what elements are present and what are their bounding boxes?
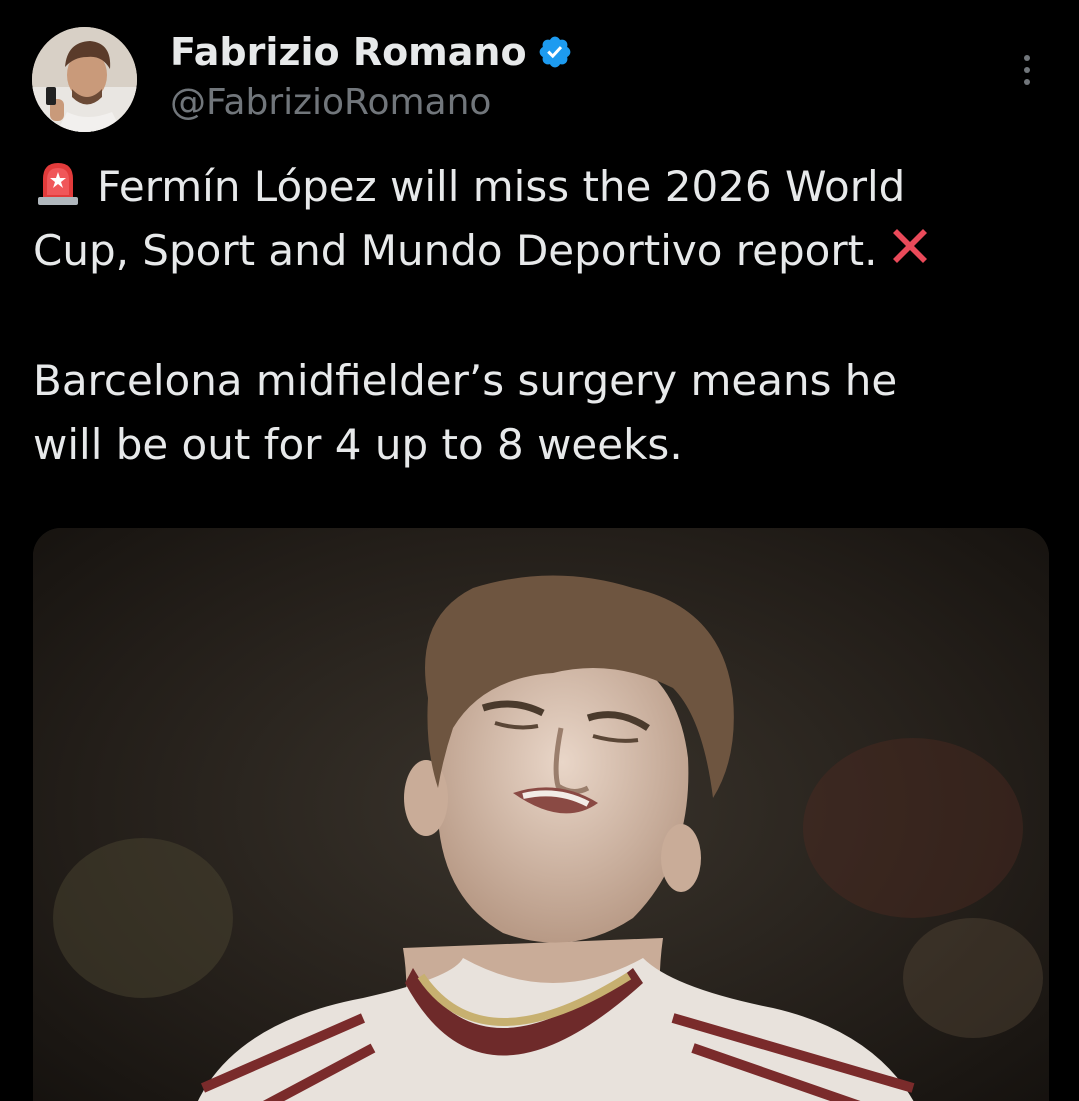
- verified-badge-icon: [539, 36, 570, 68]
- tweet-line-4: will be out for 4 up to 8 weeks.: [33, 420, 683, 469]
- author-handle[interactable]: @FabrizioRomano: [170, 82, 491, 123]
- cross-mark-icon: [893, 229, 928, 263]
- tweet-text: Fermín López will miss the 2026 World Cu…: [33, 155, 1043, 477]
- tweet-line: Barcelona midfielder’s surgery means he: [33, 349, 1043, 413]
- more-vertical-icon: [1024, 55, 1030, 61]
- more-options-button[interactable]: [1010, 50, 1044, 90]
- avatar[interactable]: [32, 27, 137, 132]
- author-name-text[interactable]: Fabrizio Romano: [170, 30, 527, 74]
- more-dot: [1024, 67, 1030, 73]
- tweet-line: Fermín López will miss the 2026 World: [33, 155, 1043, 219]
- more-dot: [1024, 79, 1030, 85]
- tweet-line: will be out for 4 up to 8 weeks.: [33, 413, 1043, 477]
- tweet-line-1: Fermín López will miss the 2026 World: [97, 162, 906, 211]
- tweet-line-2: Cup, Sport and Mundo Deportivo report.: [33, 226, 878, 275]
- rotating-light-icon: [38, 163, 78, 205]
- author-display-name[interactable]: Fabrizio Romano: [170, 30, 573, 74]
- tweet-line-3: Barcelona midfielder’s surgery means he: [33, 356, 898, 405]
- tweet-media-image[interactable]: [33, 528, 1049, 1101]
- tweet-line: Cup, Sport and Mundo Deportivo report.: [33, 219, 1043, 283]
